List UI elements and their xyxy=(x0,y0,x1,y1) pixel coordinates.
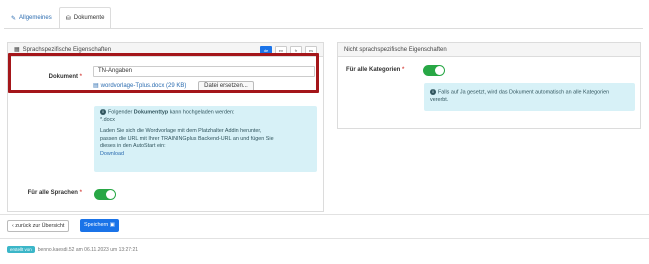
info-line: vererbt. xyxy=(430,96,449,103)
panel-title: Sprachspezifische Eigenschaften xyxy=(22,46,112,53)
info-line: *.docx xyxy=(100,116,115,123)
info-line: passen die URL mit Ihrer TRAININGplus Ba… xyxy=(100,135,274,142)
divider xyxy=(0,238,649,239)
database-icon: ⛁ xyxy=(65,15,71,22)
back-button-label: zurück zur Übersicht xyxy=(15,223,65,229)
info-text: kann hochgeladen werden: xyxy=(168,109,235,116)
tab-label: Allgemeines xyxy=(19,15,52,21)
created-by-footer: erstellt von benno.kaesdi.52 am 06.11.20… xyxy=(7,246,138,253)
info-line: dieses in den AutoStart ein: xyxy=(100,143,166,150)
info-icon: i xyxy=(100,109,106,115)
info-text-bold: Dokumenttyp xyxy=(133,109,169,116)
tab-divider xyxy=(4,28,643,29)
document-type-info: i Folgender Dokumenttyp kann hochgeladen … xyxy=(94,106,317,172)
highlight-frame xyxy=(8,53,319,93)
save-button-label: Speichern xyxy=(84,222,109,228)
created-by-badge: erstellt von xyxy=(7,246,35,253)
all-languages-label: Für alle Sprachen * xyxy=(27,190,82,196)
created-by-text: benno.kaesdi.52 am 06.11.2023 um 13:27:2… xyxy=(37,246,139,253)
all-categories-toggle[interactable] xyxy=(423,65,445,76)
all-categories-label: Für alle Kategorien * xyxy=(346,67,405,73)
panel-title: Nicht sprachspezifische Eigenschaften xyxy=(344,46,447,53)
tab-allgemeines[interactable]: ✎ Allgemeines xyxy=(4,7,59,28)
info-text: Falls auf Ja gesetzt, wird das Dokument … xyxy=(438,89,610,96)
all-categories-label-text: Für alle Kategorien xyxy=(346,67,401,73)
info-line: i Folgender Dokumenttyp kann hochgeladen … xyxy=(100,109,311,117)
tab-dokumente[interactable]: ⛁ Dokumente xyxy=(58,7,112,28)
tab-bar: ✎ Allgemeines ⛁ Dokumente xyxy=(4,7,112,28)
all-languages-label-text: Für alle Sprachen xyxy=(27,190,78,196)
download-link[interactable]: Download xyxy=(100,151,311,159)
all-languages-toggle[interactable] xyxy=(94,189,116,200)
floppy-disk-icon: ▣ xyxy=(109,222,115,228)
save-button[interactable]: Speichern ▣ xyxy=(80,219,119,232)
tab-label: Dokumente xyxy=(73,15,105,21)
info-icon: i xyxy=(430,89,436,95)
inheritance-info: i Falls auf Ja gesetzt, wird das Dokument… xyxy=(424,83,635,111)
info-line: Laden Sie sich die Wordvorlage mit dem P… xyxy=(100,128,262,135)
pencil-icon: ✎ xyxy=(11,15,17,22)
panel-header: Nicht sprachspezifische Eigenschaften xyxy=(338,43,640,57)
grid-icon: ▦ xyxy=(14,47,20,53)
divider xyxy=(0,214,649,215)
toggle-knob xyxy=(435,66,444,75)
info-text: Folgender xyxy=(108,109,134,116)
back-to-overview-button[interactable]: ‹ zurück zur Übersicht xyxy=(7,220,70,232)
toggle-knob xyxy=(106,190,115,199)
info-line: i Falls auf Ja gesetzt, wird das Dokument… xyxy=(430,89,629,97)
